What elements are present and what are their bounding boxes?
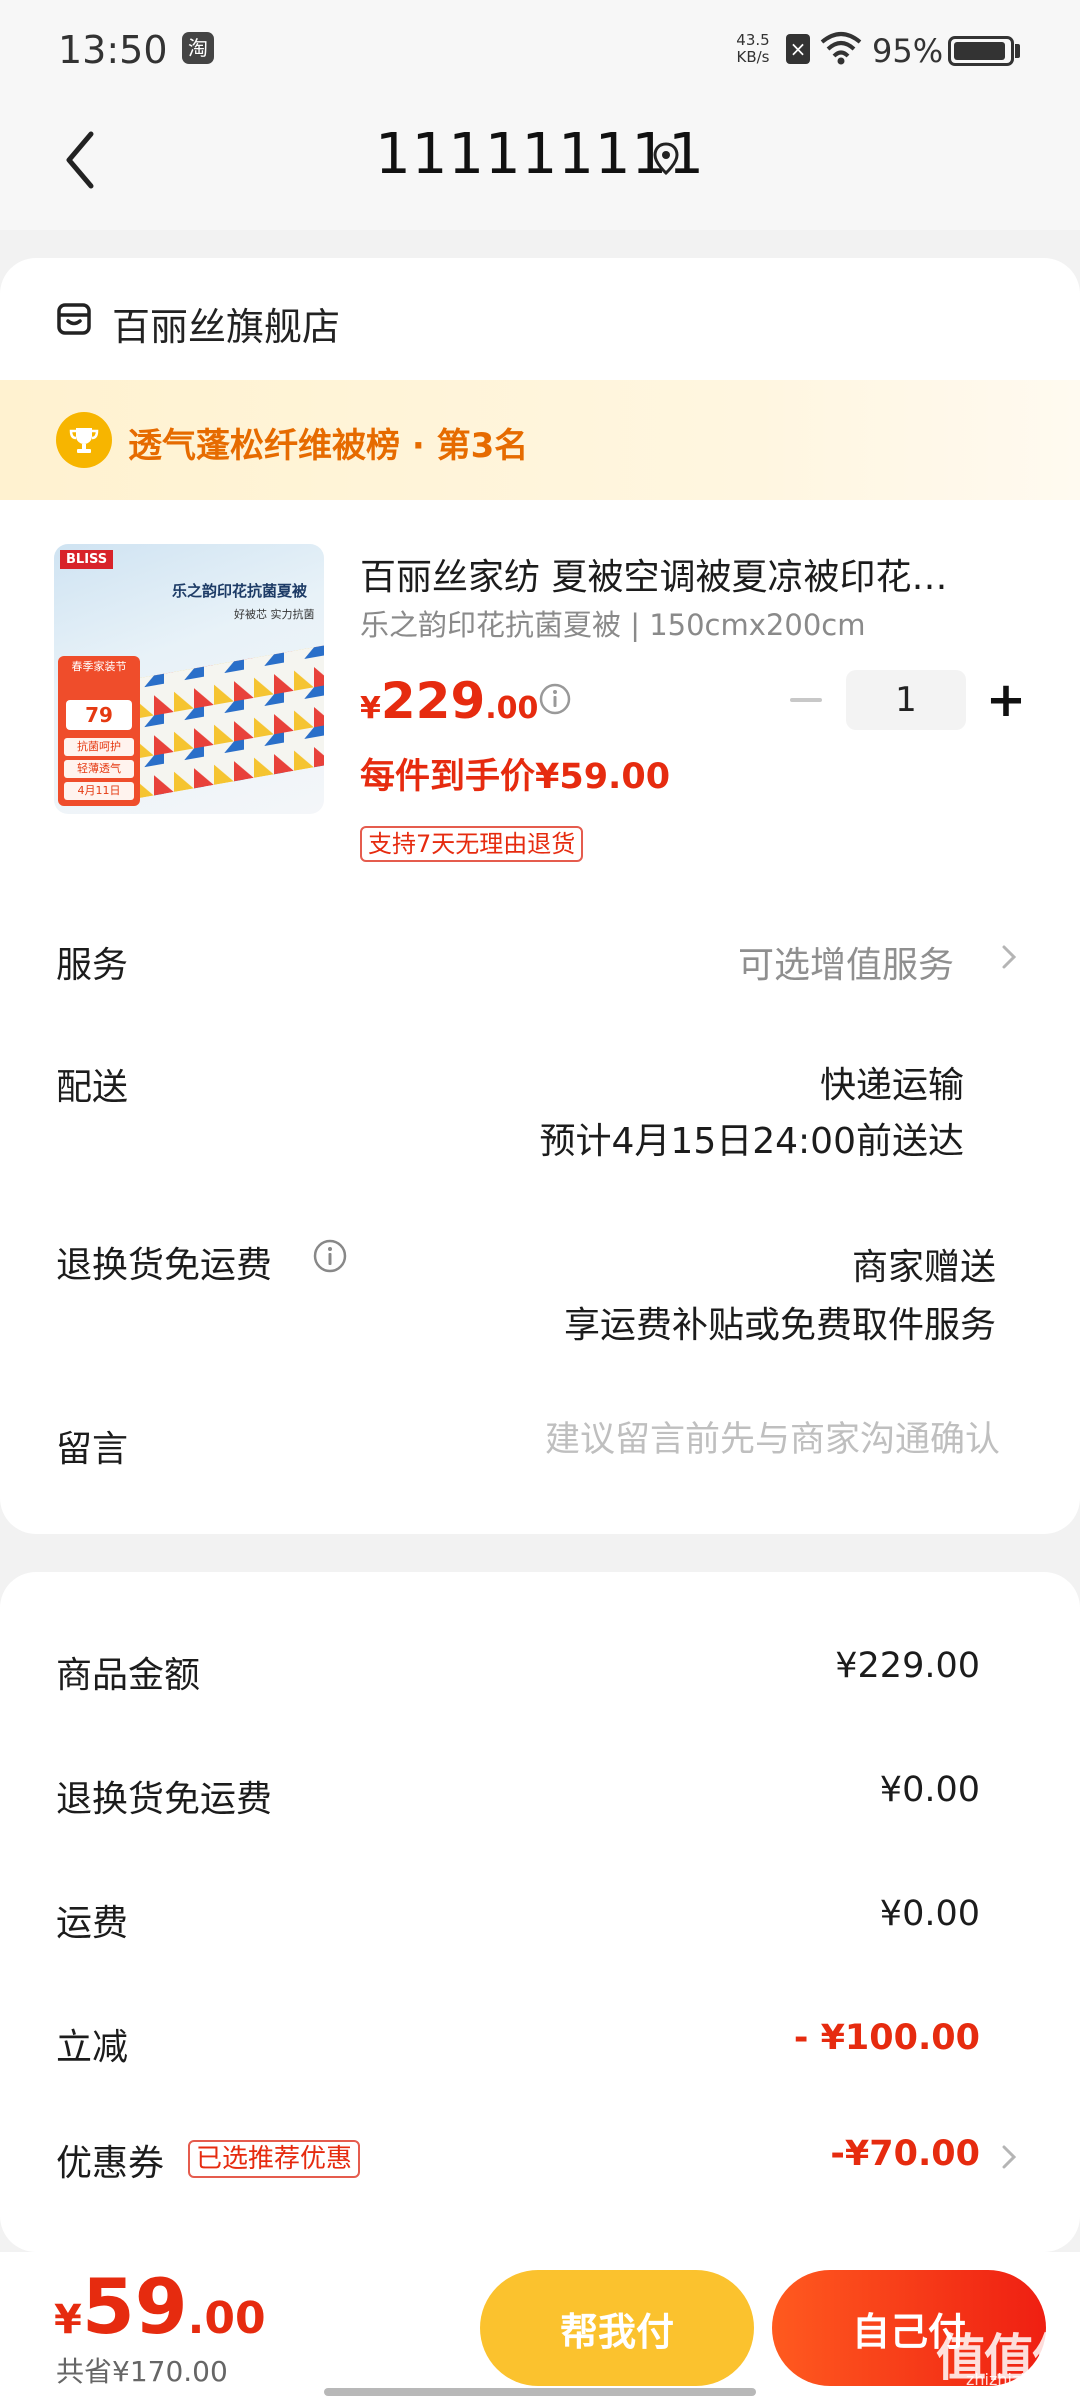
product-price: ¥229.00 — [360, 672, 538, 730]
product-image[interactable]: BLISS 乐之韵印花抗菌夏被 好被芯 实力抗菌 春季家装节 79 抗菌呵护 轻… — [54, 544, 324, 814]
shop-name[interactable]: 百丽丝旗舰店 — [112, 296, 340, 351]
goods-amount-label: 商品金额 — [56, 1655, 201, 1696]
price-decimal: .00 — [485, 691, 539, 726]
coupon-recommended-tag[interactable]: 已选推荐优惠 — [188, 2140, 361, 2178]
product-image-quilt — [114, 645, 324, 803]
ranking-text: 透气蓬松纤维被榜 · 第3名 — [128, 426, 529, 466]
note-input[interactable] — [420, 1412, 1000, 1468]
total-saved: 共省¥170.00 — [56, 2355, 228, 2388]
battery-tip — [1015, 44, 1020, 58]
per-item-final-price: 每件到手价¥59.00 — [360, 757, 671, 797]
coupon-label[interactable]: 优惠券 — [56, 2134, 164, 2186]
total-currency: ¥ — [54, 2297, 82, 2343]
return-shipping-label: 退换货免运费 — [56, 1245, 273, 1286]
battery-level-fill — [954, 42, 1006, 60]
promo-badge-title: 春季家装节 — [71, 660, 127, 673]
return-policy-tag: 支持7天无理由退货 — [360, 826, 584, 862]
promo-chip: 轻薄透气 — [64, 760, 134, 778]
trophy-icon — [56, 412, 112, 468]
promo-chip: 4月11日 — [64, 782, 134, 800]
coupon-value[interactable]: -¥70.00 — [830, 2134, 980, 2174]
quantity-value[interactable]: 1 — [846, 670, 966, 730]
network-speed-unit: KB/s — [736, 48, 770, 66]
discount-label: 立减 — [56, 2027, 129, 2068]
status-time: 13:50 — [58, 28, 168, 72]
product-spec[interactable]: 乐之韵印花抗菌夏被 | 150cmx200cm — [360, 602, 865, 644]
service-label: 服务 — [56, 945, 129, 986]
no-sim-icon: × — [786, 34, 810, 64]
total-price: ¥59.00 — [54, 2262, 266, 2351]
return-fee-label: 退换货免运费 — [56, 1779, 273, 1820]
goods-amount-value: ¥229.00 — [835, 1646, 980, 1686]
info-icon[interactable] — [312, 1238, 348, 1274]
promo-chip: 抗菌呵护 — [64, 738, 134, 756]
shipping-value: ¥0.00 — [879, 1894, 980, 1934]
watermark-url: zhizhizhi.com — [966, 2370, 1075, 2389]
chevron-right-icon[interactable] — [1000, 2142, 1018, 2172]
total-integer: 59 — [81, 2262, 188, 2351]
product-image-promo-badge: 春季家装节 79 抗菌呵护 轻薄透气 4月11日 — [58, 656, 140, 806]
shop-icon — [57, 303, 91, 335]
promo-badge-price: 79 — [66, 700, 132, 730]
network-speed: 43.5 KB/s — [730, 32, 776, 66]
location-pin-icon[interactable] — [652, 142, 680, 176]
battery-percent: 95% — [872, 32, 944, 70]
discount-value: - ¥100.00 — [793, 2018, 980, 2058]
shipping-label: 运费 — [56, 1903, 129, 1944]
address-title[interactable]: 111111111 — [0, 122, 1080, 187]
delivery-eta[interactable]: 预计4月15日24:00前送达 — [540, 1112, 964, 1164]
wifi-icon — [820, 32, 862, 65]
price-integer: 229 — [380, 672, 486, 730]
product-image-subtitle: 好被芯 实力抗菌 — [234, 608, 315, 621]
note-label: 留言 — [56, 1429, 129, 1470]
return-shipping-desc: 享运费补贴或免费取件服务 — [563, 1305, 996, 1346]
delivery-label: 配送 — [56, 1067, 129, 1108]
help-me-pay-button[interactable]: 帮我付 — [480, 2270, 754, 2386]
battery-icon — [948, 36, 1014, 66]
network-speed-value: 43.5 — [736, 31, 770, 49]
delivery-method[interactable]: 快递运输 — [820, 1056, 964, 1108]
info-icon[interactable] — [538, 682, 572, 716]
total-decimal: .00 — [187, 2293, 266, 2344]
return-shipping-value: 商家赠送 — [851, 1247, 996, 1288]
product-title[interactable]: 百丽丝家纺 夏被空调被夏凉被印花… — [360, 548, 1000, 600]
home-indicator[interactable] — [324, 2388, 756, 2396]
product-image-title: 乐之韵印花抗菌夏被 — [172, 582, 308, 600]
taobao-notification-icon: 淘 — [182, 32, 214, 64]
product-image-brand: BLISS — [60, 550, 114, 569]
chevron-right-icon[interactable] — [1000, 942, 1018, 972]
return-fee-value: ¥0.00 — [879, 1770, 980, 1810]
quantity-decrease-button[interactable] — [786, 670, 826, 730]
service-value[interactable]: 可选增值服务 — [738, 936, 954, 988]
price-currency: ¥ — [360, 691, 381, 726]
quantity-increase-button[interactable]: + — [984, 670, 1028, 730]
